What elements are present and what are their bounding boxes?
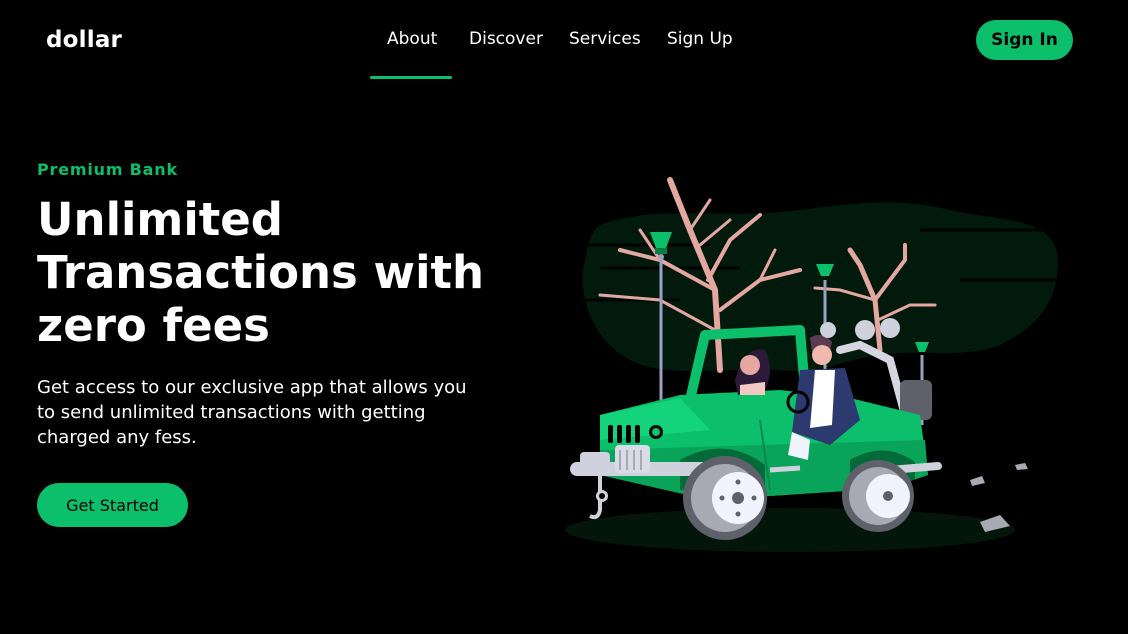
nav-item-signup[interactable]: Sign Up <box>667 29 733 49</box>
nav-item-services[interactable]: Services <box>569 29 641 49</box>
hero-description: Get access to our exclusive app that all… <box>37 377 467 448</box>
sign-in-button[interactable]: Sign In <box>976 20 1073 60</box>
front-wheel <box>683 456 767 540</box>
jeep-illustration <box>565 177 1070 552</box>
active-nav-indicator <box>370 76 452 79</box>
hero-headline: Unlimited Transactions with zero fees <box>37 193 485 352</box>
ground-shadow <box>565 508 1015 552</box>
rear-wheel <box>842 460 914 532</box>
nav-item-about[interactable]: About <box>387 29 437 49</box>
get-started-button[interactable]: Get Started <box>37 483 188 527</box>
nav-item-discover[interactable]: Discover <box>469 29 543 49</box>
main-nav: About Discover Services Sign Up <box>0 29 1128 89</box>
hero-eyebrow: Premium Bank <box>37 160 178 179</box>
